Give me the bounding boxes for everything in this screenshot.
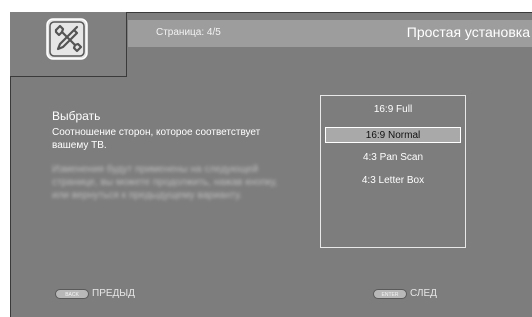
- page-indicator: Страница: 4/5: [156, 27, 221, 38]
- aspect-ratio-list: 16:9 Full 16:9 Normal 4:3 Pan Scan 4:3 L…: [320, 95, 466, 248]
- settings-wrench-icon: [46, 18, 88, 60]
- option-16-9-full[interactable]: 16:9 Full: [321, 102, 465, 118]
- instruction-text: Соотношение сторон, которое соответствуе…: [52, 127, 261, 151]
- blurred-help-text: Изменения будут применены на следующей с…: [52, 164, 278, 201]
- page-title: Простая установка: [406, 24, 530, 40]
- option-4-3-pan-scan[interactable]: 4:3 Pan Scan: [321, 150, 465, 166]
- next-button[interactable]: СЛЕД: [410, 288, 437, 299]
- option-16-9-normal[interactable]: 16:9 Normal: [325, 127, 461, 143]
- enter-key-icon: ENTER: [373, 289, 407, 299]
- back-button[interactable]: ПРЕДЫД: [92, 288, 135, 299]
- icon-panel: [10, 12, 127, 77]
- select-heading: Выбрать: [52, 109, 101, 123]
- option-4-3-letter-box[interactable]: 4:3 Letter Box: [321, 173, 465, 189]
- setup-screen: Страница: 4/5 Простая установка Выбрать …: [0, 0, 532, 317]
- back-key-icon: BACK: [55, 289, 89, 299]
